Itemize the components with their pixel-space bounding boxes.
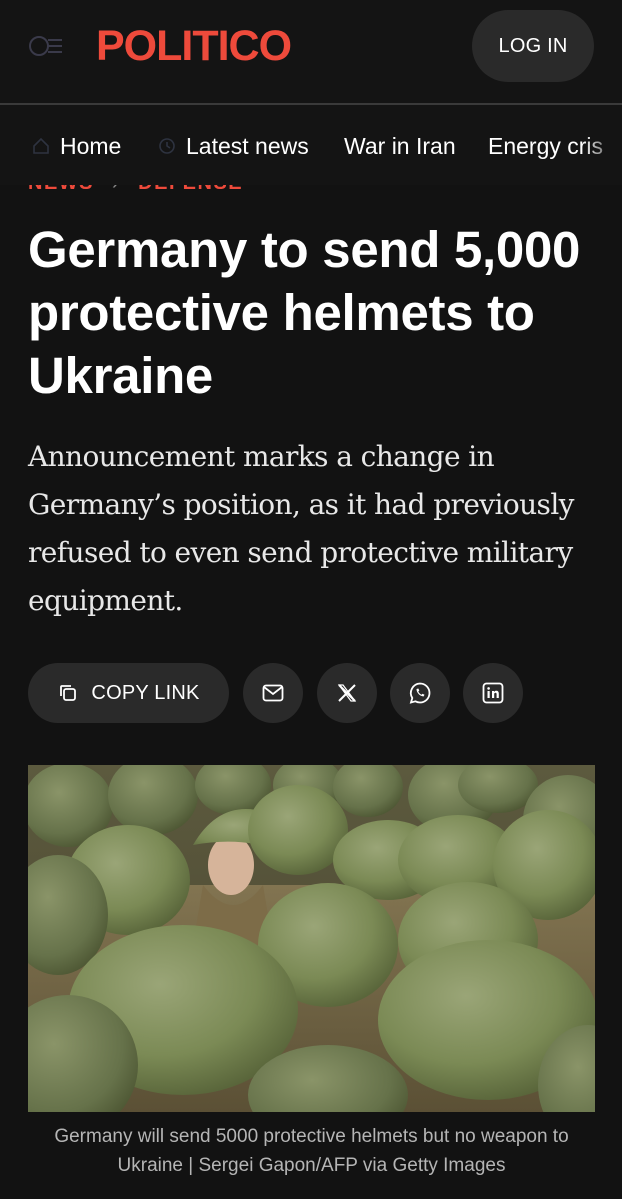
nav-item-latest-news[interactable]: Latest news bbox=[158, 131, 309, 161]
menu-icon[interactable] bbox=[28, 32, 64, 60]
copy-link-label: COPY LINK bbox=[91, 681, 200, 704]
nav-item-label: Home bbox=[60, 132, 122, 159]
nav-item-war-in-iran[interactable]: War in Iran bbox=[344, 131, 456, 161]
nav-item-label: War in Iran bbox=[344, 132, 456, 159]
article-headline: Germany to send 5,000 protective helmets… bbox=[28, 221, 581, 404]
share-x-button[interactable] bbox=[317, 663, 377, 723]
top-header: POLITICO LOG IN bbox=[0, 0, 622, 103]
nav-item-home[interactable]: Home bbox=[32, 131, 121, 161]
login-button[interactable]: LOG IN bbox=[472, 10, 594, 82]
mail-icon bbox=[262, 684, 284, 702]
article-dek: Announcement marks a change in Germany’s… bbox=[28, 440, 575, 617]
share-email-button[interactable] bbox=[243, 663, 303, 723]
home-icon bbox=[33, 137, 49, 154]
nav-item-label: Latest news bbox=[186, 132, 309, 159]
site-logo[interactable]: POLITICO bbox=[96, 22, 292, 71]
image-caption: Germany will send 5000 protective helmet… bbox=[54, 1126, 569, 1176]
article-image bbox=[28, 765, 595, 1112]
linkedin-icon bbox=[482, 682, 504, 704]
x-icon bbox=[337, 684, 357, 702]
section-nav: Home Latest news War in Iran Energy cris bbox=[0, 105, 622, 185]
clock-icon bbox=[159, 138, 175, 154]
copy-icon bbox=[60, 685, 77, 701]
share-whatsapp-button[interactable] bbox=[390, 663, 450, 723]
copy-link-button[interactable]: COPY LINK bbox=[28, 663, 229, 723]
nav-scroll-fade bbox=[582, 105, 622, 185]
whatsapp-icon bbox=[409, 682, 431, 704]
helmets-photo bbox=[28, 765, 595, 1112]
share-linkedin-button[interactable] bbox=[463, 663, 523, 723]
